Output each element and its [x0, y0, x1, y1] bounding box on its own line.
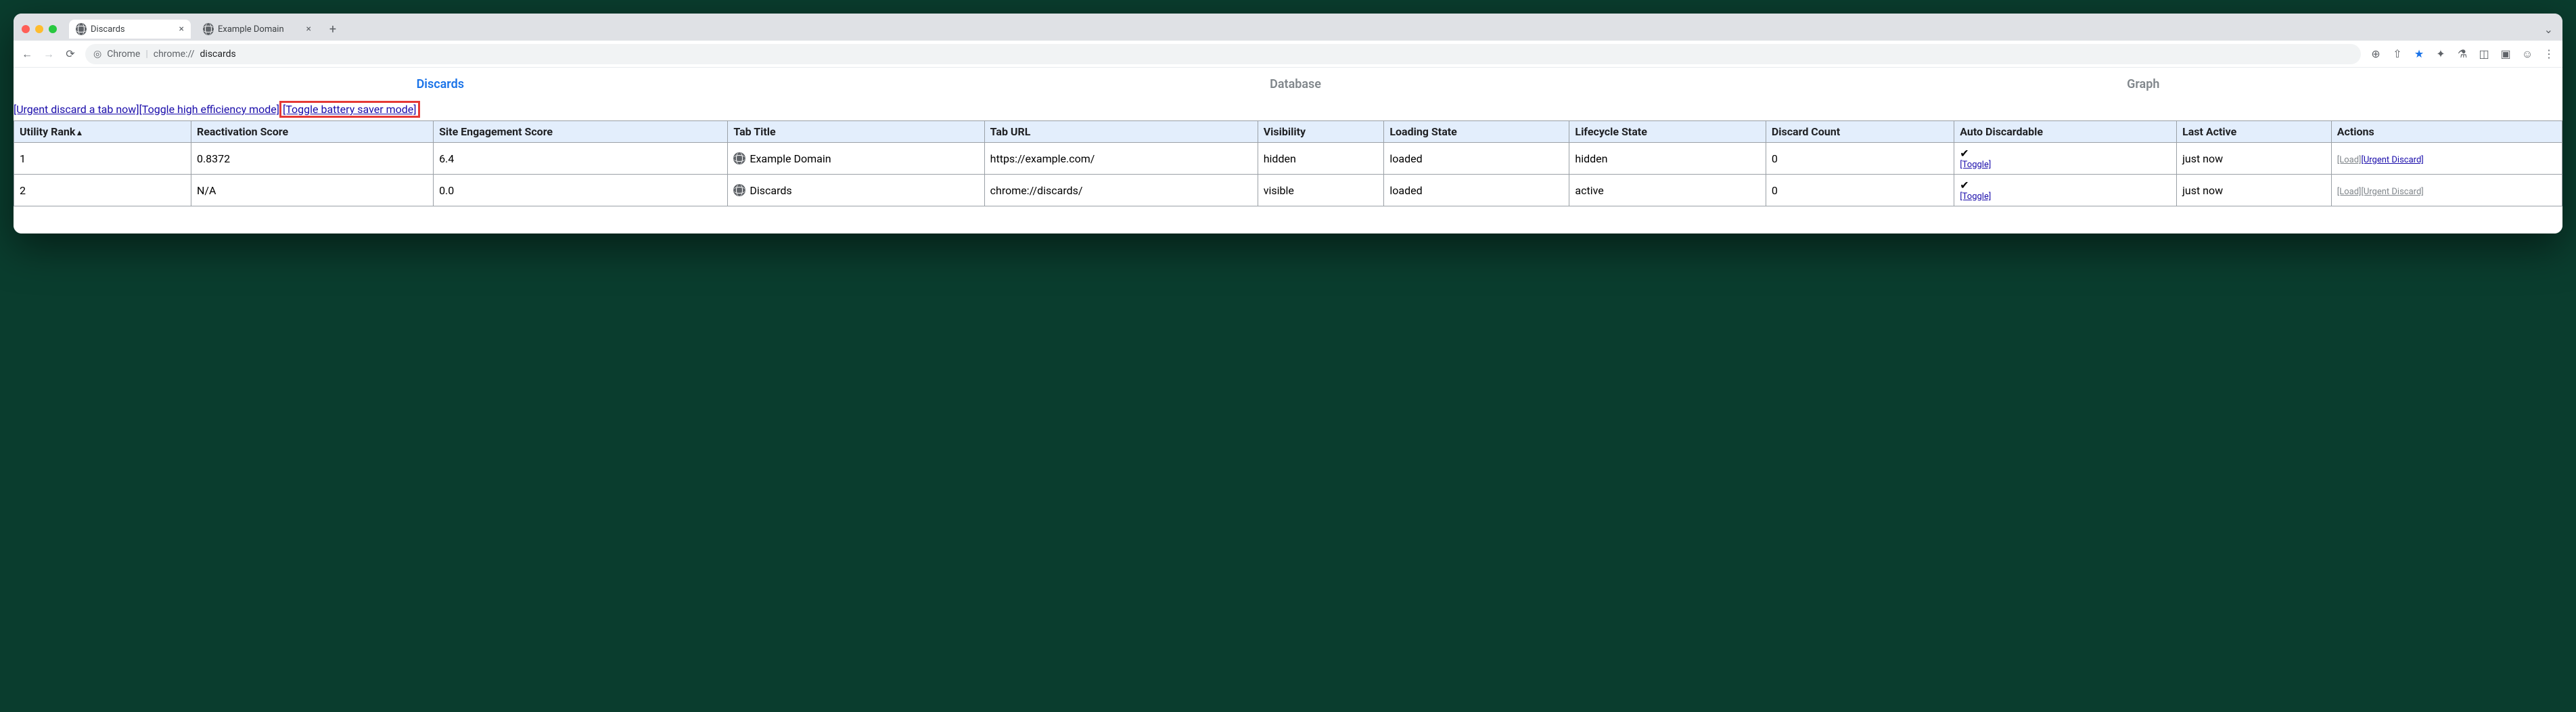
browser-tab-example[interactable]: Example Domain × [196, 20, 318, 39]
tab-list-chevron-icon[interactable]: ⌄ [2544, 23, 2553, 36]
cell-visibility: hidden [1258, 143, 1384, 175]
col-discard-count[interactable]: Discard Count [1766, 121, 1954, 143]
tab-discards[interactable]: Discards [417, 77, 464, 91]
urgent-discard-action-link[interactable]: [Urgent Discard] [2362, 155, 2424, 165]
chrome-icon: ◎ [93, 49, 101, 60]
check-icon: ✔ [1960, 147, 1969, 160]
table-row: 1 0.8372 6.4 Example Domain https://exam… [14, 143, 2562, 175]
menu-dots-icon[interactable]: ⋮ [2542, 47, 2556, 61]
table-header-row: Utility Rank▲ Reactivation Score Site En… [14, 121, 2562, 143]
col-tab-url[interactable]: Tab URL [984, 121, 1258, 143]
cell-tab-title: Example Domain [728, 143, 984, 175]
bookmark-star-icon[interactable]: ★ [2412, 47, 2426, 61]
urgent-discard-action-link[interactable]: [Urgent Discard] [2362, 187, 2424, 197]
side-panel-icon[interactable]: ▣ [2499, 47, 2512, 61]
omnibox-url-prefix: chrome:// [154, 49, 195, 60]
tab-title: Example Domain [218, 24, 284, 35]
tab-title: Discards [91, 24, 125, 35]
globe-icon [733, 184, 745, 196]
extensions-icon[interactable]: ✦ [2434, 47, 2447, 61]
col-reactivation-score[interactable]: Reactivation Score [191, 121, 433, 143]
address-bar[interactable]: ◎ Chrome | chrome:// discards [85, 44, 2361, 64]
cell-last-active: just now [2177, 143, 2332, 175]
minimize-window-button[interactable] [35, 25, 43, 33]
zoom-icon[interactable]: ⊕ [2369, 47, 2383, 61]
cell-tab-url: chrome://discards/ [984, 175, 1258, 206]
reload-button[interactable]: ⟳ [64, 47, 77, 61]
load-action-link[interactable]: [Load] [2337, 155, 2362, 165]
col-utility-rank[interactable]: Utility Rank▲ [14, 121, 191, 143]
cell-tab-title: Discards [728, 175, 984, 206]
cell-engagement: 6.4 [434, 143, 728, 175]
maximize-window-button[interactable] [49, 25, 57, 33]
omnibox-scheme-label: Chrome [107, 49, 140, 60]
omnibox-url-path: discards [200, 49, 236, 60]
cell-loading: loaded [1384, 143, 1569, 175]
window-controls [22, 25, 57, 33]
cell-loading: loaded [1384, 175, 1569, 206]
col-site-engagement[interactable]: Site Engagement Score [434, 121, 728, 143]
toggle-discardable-link[interactable]: [Toggle] [1960, 160, 2171, 170]
cell-rank: 2 [14, 175, 191, 206]
tab-title-text: Example Domain [750, 152, 831, 165]
profile-avatar-icon[interactable]: ☺ [2521, 47, 2534, 61]
back-button[interactable]: ← [20, 47, 34, 61]
col-loading-state[interactable]: Loading State [1384, 121, 1569, 143]
cell-engagement: 0.0 [434, 175, 728, 206]
col-auto-discardable[interactable]: Auto Discardable [1954, 121, 2177, 143]
new-tab-button[interactable]: + [323, 20, 342, 39]
cell-lifecycle: active [1569, 175, 1766, 206]
cell-last-active: just now [2177, 175, 2332, 206]
cell-reactivation: 0.8372 [191, 143, 433, 175]
camera-icon[interactable]: ◫ [2477, 47, 2491, 61]
check-icon: ✔ [1960, 179, 1969, 192]
share-icon[interactable]: ⇧ [2391, 47, 2404, 61]
tab-graph[interactable]: Graph [2127, 77, 2159, 91]
cell-actions: [Load][Urgent Discard] [2331, 175, 2562, 206]
cell-auto-discardable: ✔ [Toggle] [1954, 175, 2177, 206]
close-window-button[interactable] [22, 25, 30, 33]
cell-actions: [Load][Urgent Discard] [2331, 143, 2562, 175]
cell-rank: 1 [14, 143, 191, 175]
toggle-high-efficiency-link[interactable]: [Toggle high efficiency mode] [139, 103, 279, 116]
browser-tab-discards[interactable]: Discards × [69, 20, 191, 39]
cell-discard-count: 0 [1766, 175, 1954, 206]
col-visibility[interactable]: Visibility [1258, 121, 1384, 143]
discards-table: Utility Rank▲ Reactivation Score Site En… [14, 120, 2562, 206]
toggle-discardable-link[interactable]: [Toggle] [1960, 192, 2171, 202]
globe-icon [733, 152, 745, 164]
col-actions[interactable]: Actions [2331, 121, 2562, 143]
tab-database[interactable]: Database [1270, 77, 1321, 91]
close-tab-icon[interactable]: × [306, 24, 311, 35]
tab-title-text: Discards [750, 184, 791, 197]
cell-lifecycle: hidden [1569, 143, 1766, 175]
globe-icon [76, 24, 87, 35]
tab-strip: Discards × Example Domain × + ⌄ [14, 14, 2562, 41]
cell-tab-url: https://example.com/ [984, 143, 1258, 175]
col-last-active[interactable]: Last Active [2177, 121, 2332, 143]
col-tab-title[interactable]: Tab Title [728, 121, 984, 143]
urgent-discard-link[interactable]: [Urgent discard a tab now] [14, 103, 139, 116]
browser-window: Discards × Example Domain × + ⌄ ← → ⟳ ◎ … [14, 14, 2562, 233]
globe-icon [203, 24, 214, 35]
col-lifecycle-state[interactable]: Lifecycle State [1569, 121, 1766, 143]
toggle-battery-saver-link[interactable]: [Toggle battery saver mode] [283, 103, 416, 116]
labs-icon[interactable]: ⚗ [2456, 47, 2469, 61]
sort-asc-icon: ▲ [75, 128, 83, 137]
cell-auto-discardable: ✔ [Toggle] [1954, 143, 2177, 175]
cell-discard-count: 0 [1766, 143, 1954, 175]
forward-button: → [42, 47, 55, 61]
page-tabs: Discards Database Graph [14, 68, 2562, 101]
close-tab-icon[interactable]: × [179, 24, 184, 35]
toolbar: ← → ⟳ ◎ Chrome | chrome:// discards ⊕ ⇧ ★… [14, 41, 2562, 68]
highlighted-action-link: [Toggle battery saver mode] [279, 101, 419, 118]
load-action-link[interactable]: [Load] [2337, 187, 2362, 197]
action-link-row: [Urgent discard a tab now][Toggle high e… [14, 101, 2562, 120]
page-content: Discards Database Graph [Urgent discard … [14, 68, 2562, 233]
cell-reactivation: N/A [191, 175, 433, 206]
toolbar-actions: ⊕ ⇧ ★ ✦ ⚗ ◫ ▣ ☺ ⋮ [2369, 47, 2556, 61]
cell-visibility: visible [1258, 175, 1384, 206]
omnibox-separator: | [145, 49, 147, 60]
table-row: 2 N/A 0.0 Discards chrome://discards/ vi… [14, 175, 2562, 206]
